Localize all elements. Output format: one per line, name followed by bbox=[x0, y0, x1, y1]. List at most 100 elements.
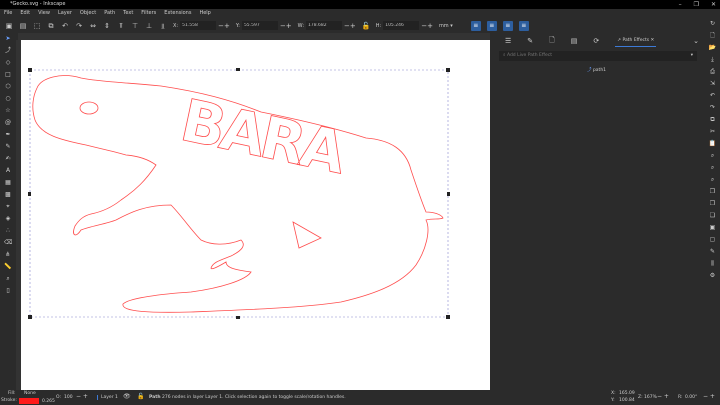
select-all-icon[interactable]: ▣ bbox=[5, 22, 13, 30]
opacity-value[interactable]: 100 bbox=[64, 395, 73, 400]
mesh-tool-icon[interactable]: ▩ bbox=[4, 191, 12, 200]
ungroup-icon[interactable]: ▢ bbox=[709, 236, 717, 244]
dropper-tool-icon[interactable]: ⌖ bbox=[4, 203, 12, 212]
copy-icon[interactable]: ⧉ bbox=[709, 116, 717, 124]
document-properties-tab-icon[interactable]: 🗋 bbox=[549, 36, 555, 47]
new-document-icon[interactable]: 🗋 bbox=[709, 32, 717, 40]
add-lpe-search[interactable]: ⌕ Add Live Path Effect ▾ bbox=[499, 51, 697, 61]
chevron-down-icon[interactable]: ⌄ bbox=[693, 37, 699, 45]
star-tool-icon[interactable]: ☆ bbox=[4, 107, 12, 116]
tweak-tool-icon[interactable]: ◇ bbox=[4, 59, 12, 68]
xml-editor-icon[interactable]: ✎ bbox=[709, 248, 717, 256]
menu-help[interactable]: Help bbox=[199, 9, 210, 18]
zoom-tool-icon[interactable]: ⌕ bbox=[4, 275, 12, 284]
stroke-swatch[interactable] bbox=[19, 398, 39, 404]
menu-filters[interactable]: Filters bbox=[141, 9, 156, 18]
x-input[interactable] bbox=[180, 21, 217, 30]
import-icon[interactable]: ⇲ bbox=[709, 80, 717, 88]
duplicate-icon[interactable]: ❐ bbox=[709, 188, 717, 196]
menu-file[interactable]: File bbox=[4, 9, 12, 18]
menu-object[interactable]: Object bbox=[80, 9, 96, 18]
eraser-tool-icon[interactable]: ⌫ bbox=[4, 239, 12, 248]
fill-stroke-tab-icon[interactable]: ✎ bbox=[527, 37, 533, 45]
rotate-value[interactable]: 0.00° bbox=[685, 395, 697, 400]
rotate-cw-icon[interactable]: ↷ bbox=[75, 22, 83, 30]
fill-value[interactable]: None bbox=[24, 391, 36, 396]
drawing[interactable]: BARA bbox=[21, 40, 490, 392]
connector-tool-icon[interactable]: ⋔ bbox=[4, 251, 12, 260]
unit-select[interactable]: mm ▾ bbox=[439, 23, 453, 29]
h-input[interactable] bbox=[383, 21, 420, 30]
minimize-button[interactable]: – bbox=[679, 0, 682, 9]
y-input[interactable] bbox=[241, 21, 278, 30]
paint-bucket-tool-icon[interactable]: ◈ bbox=[4, 215, 12, 224]
unlink-clone-icon[interactable]: ❏ bbox=[709, 212, 717, 220]
zoom-value[interactable]: 167% bbox=[644, 395, 657, 400]
visibility-eye-icon[interactable]: 👁 bbox=[123, 393, 131, 400]
tab-path-effects[interactable]: ↗ Path Effects ✕ bbox=[615, 35, 657, 47]
pen-tool-icon[interactable]: ✒ bbox=[4, 131, 12, 140]
maximize-button[interactable]: ❐ bbox=[694, 0, 699, 9]
box3d-tool-icon[interactable]: ⬡ bbox=[4, 83, 12, 92]
selector-tool-icon[interactable]: ➤ bbox=[4, 35, 12, 44]
select-same-icon[interactable]: ⧉ bbox=[47, 22, 55, 30]
align-icon[interactable]: ⫼ bbox=[709, 260, 717, 268]
stroke-width[interactable]: 0.265 bbox=[42, 399, 55, 404]
menu-edit[interactable]: Edit bbox=[20, 9, 30, 18]
node-tool-icon[interactable]: ⤴ bbox=[4, 47, 12, 56]
lower-to-bottom-icon[interactable]: ⫫ bbox=[159, 22, 167, 30]
select-all-layers-icon[interactable]: ▤ bbox=[19, 22, 27, 30]
flip-horizontal-icon[interactable]: ⇔ bbox=[89, 22, 97, 30]
rotate-stepper[interactable]: − + bbox=[703, 393, 715, 400]
transform-gradients-toggle[interactable]: ≡ bbox=[502, 20, 513, 31]
raise-icon[interactable]: ⊤ bbox=[131, 22, 139, 30]
lpe-dropdown-icon[interactable]: ▾ bbox=[691, 51, 693, 61]
raise-to-top-icon[interactable]: ⫪ bbox=[117, 22, 125, 30]
lpe-item[interactable]: ⤴ path1 bbox=[587, 67, 606, 73]
zoom-drawing-icon[interactable]: ⌕ bbox=[709, 164, 717, 172]
snap-icon[interactable]: ↻ bbox=[709, 20, 717, 28]
transform-patterns-toggle[interactable]: ≡ bbox=[518, 20, 529, 31]
ellipse-tool-icon[interactable]: ○ bbox=[4, 95, 12, 104]
w-input[interactable] bbox=[306, 21, 343, 30]
menu-extensions[interactable]: Extensions bbox=[164, 9, 191, 18]
group-icon[interactable]: ▣ bbox=[709, 224, 717, 232]
w-stepper[interactable]: −+ bbox=[344, 22, 356, 30]
menu-path[interactable]: Path bbox=[104, 9, 115, 18]
paste-icon[interactable]: 📋 bbox=[709, 140, 717, 148]
scale-stroke-toggle[interactable]: ≡ bbox=[470, 20, 481, 31]
text-tool-icon[interactable]: A bbox=[4, 167, 12, 176]
horizontal-ruler[interactable] bbox=[18, 33, 490, 40]
gradient-tool-icon[interactable]: ▦ bbox=[4, 179, 12, 188]
undo-icon[interactable]: ↶ bbox=[709, 92, 717, 100]
zoom-stepper[interactable]: − + bbox=[657, 393, 669, 400]
lower-icon[interactable]: ⊥ bbox=[145, 22, 153, 30]
redo-icon[interactable]: ↷ bbox=[709, 104, 717, 112]
cut-icon[interactable]: ✂ bbox=[709, 128, 717, 136]
zoom-selection-icon[interactable]: ⌕ bbox=[709, 152, 717, 160]
print-icon[interactable]: ⎙ bbox=[709, 68, 717, 76]
menu-text[interactable]: Text bbox=[123, 9, 133, 18]
zoom-page-icon[interactable]: ⌕ bbox=[709, 176, 717, 184]
menu-view[interactable]: View bbox=[38, 9, 50, 18]
calligraphy-tool-icon[interactable]: ✍ bbox=[4, 155, 12, 164]
pages-tool-icon[interactable]: ▯ bbox=[4, 287, 12, 296]
y-stepper[interactable]: −+ bbox=[280, 22, 292, 30]
preferences-icon[interactable]: ⚙ bbox=[709, 272, 717, 280]
spiral-tool-icon[interactable]: @ bbox=[4, 119, 12, 128]
deselect-icon[interactable]: ⬚ bbox=[33, 22, 41, 30]
flip-vertical-icon[interactable]: ⇕ bbox=[103, 22, 111, 30]
bara-text-outline[interactable]: BARA bbox=[175, 86, 353, 188]
clone-icon[interactable]: ❐ bbox=[709, 200, 717, 208]
lock-layer-icon[interactable]: 🔓 bbox=[137, 393, 144, 400]
spray-tool-icon[interactable]: ∴ bbox=[4, 227, 12, 236]
close-button[interactable]: ✕ bbox=[711, 0, 716, 9]
save-icon[interactable]: ⤓ bbox=[709, 56, 717, 64]
scale-corners-toggle[interactable]: ≡ bbox=[486, 20, 497, 31]
opacity-stepper[interactable]: − + bbox=[76, 393, 88, 400]
rect-tool-icon[interactable]: □ bbox=[4, 71, 12, 80]
pencil-tool-icon[interactable]: ✎ bbox=[4, 143, 12, 152]
open-icon[interactable]: 📂 bbox=[709, 44, 717, 52]
layer-selector[interactable]: Layer 1 bbox=[97, 395, 118, 400]
h-stepper[interactable]: −+ bbox=[421, 22, 433, 30]
